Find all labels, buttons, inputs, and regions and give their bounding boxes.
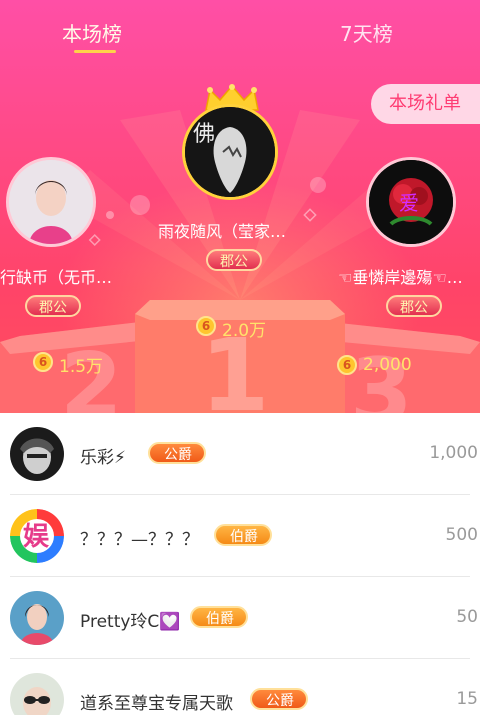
first-place-avatar[interactable]: 佛 <box>182 104 278 200</box>
tab-7-days[interactable]: 7天榜 <box>340 18 393 47</box>
coin-icon: 6 <box>337 355 357 375</box>
contribution-value: 1,000 <box>429 443 478 463</box>
second-place-rank-badge: 郡公 <box>25 295 81 317</box>
first-place-amount: 2.0万 <box>222 321 267 341</box>
user-name: 道系至尊宝专属天歌 <box>80 694 233 714</box>
third-place-rank-badge: 郡公 <box>386 295 442 317</box>
rank-badge: 公爵 <box>148 442 206 464</box>
list-item[interactable]: 道系至尊宝专属天歌 公爵 15 <box>0 659 480 715</box>
svg-text:爱: 爱 <box>399 191 419 215</box>
contribution-value: 50 <box>456 607 478 627</box>
woman-selfie-icon <box>10 591 64 645</box>
user-avatar[interactable] <box>10 427 64 481</box>
active-tab-indicator <box>74 50 116 53</box>
tab-current-session[interactable]: 本场榜 <box>62 18 122 47</box>
coin-icon: 6 <box>33 352 53 372</box>
second-place-avatar[interactable] <box>6 157 96 247</box>
sunglasses-person-icon <box>10 673 64 715</box>
list-item[interactable]: Pretty玲C💟 伯爵 50 <box>0 577 480 659</box>
user-avatar[interactable] <box>10 673 64 715</box>
third-place-amount: 2,000 <box>363 355 412 375</box>
user-name: 乐彩⚡ <box>80 448 126 468</box>
session-gift-list-button[interactable]: 本场礼单 <box>371 84 480 124</box>
contribution-value: 500 <box>445 525 478 545</box>
monk-portrait-icon: 佛 <box>185 107 275 197</box>
ranking-list: 乐彩⚡ 公爵 1,000 娱 ？？？—？？？ 伯爵 500 Pretty玲C💟 … <box>0 413 480 715</box>
rank-badge: 公爵 <box>250 688 308 710</box>
contribution-value: 15 <box>456 689 478 709</box>
rank-badge: 伯爵 <box>214 524 272 546</box>
rank-badge: 伯爵 <box>190 606 248 628</box>
second-place-name: 行缺币（无币… <box>0 268 113 287</box>
first-place-rank-badge: 郡公 <box>206 249 262 271</box>
third-place-avatar[interactable]: 爱 <box>366 157 456 247</box>
masked-face-icon <box>10 427 64 481</box>
rose-love-icon: 爱 <box>369 160 453 244</box>
rainbow-yu-icon: 娱 <box>10 509 64 563</box>
list-item[interactable]: 娱 ？？？—？？？ 伯爵 500 <box>0 495 480 577</box>
leaderboard-hero: 本场榜 7天榜 本场礼单 2 3 1 佛 爱 雨夜随风（莹家… 行缺币（无币… … <box>0 0 480 413</box>
third-place-name: ☜垂憐岸邊殤☜… <box>338 268 463 287</box>
rank-3-numeral: 3 <box>350 339 413 413</box>
user-name: ？？？—？？？ <box>80 530 199 550</box>
user-avatar[interactable]: 娱 <box>10 509 64 563</box>
first-place-name: 雨夜随风（莹家… <box>158 222 287 241</box>
svg-text:佛: 佛 <box>193 122 215 147</box>
tab-bar: 本场榜 7天榜 <box>0 0 480 60</box>
coin-icon: 6 <box>196 316 216 336</box>
user-name: Pretty玲C💟 <box>80 612 181 632</box>
avatar-glyph: 娱 <box>23 522 50 552</box>
second-place-amount: 1.5万 <box>59 357 104 377</box>
user-avatar[interactable] <box>10 591 64 645</box>
list-item[interactable]: 乐彩⚡ 公爵 1,000 <box>0 413 480 495</box>
woman-portrait-icon <box>9 160 93 244</box>
